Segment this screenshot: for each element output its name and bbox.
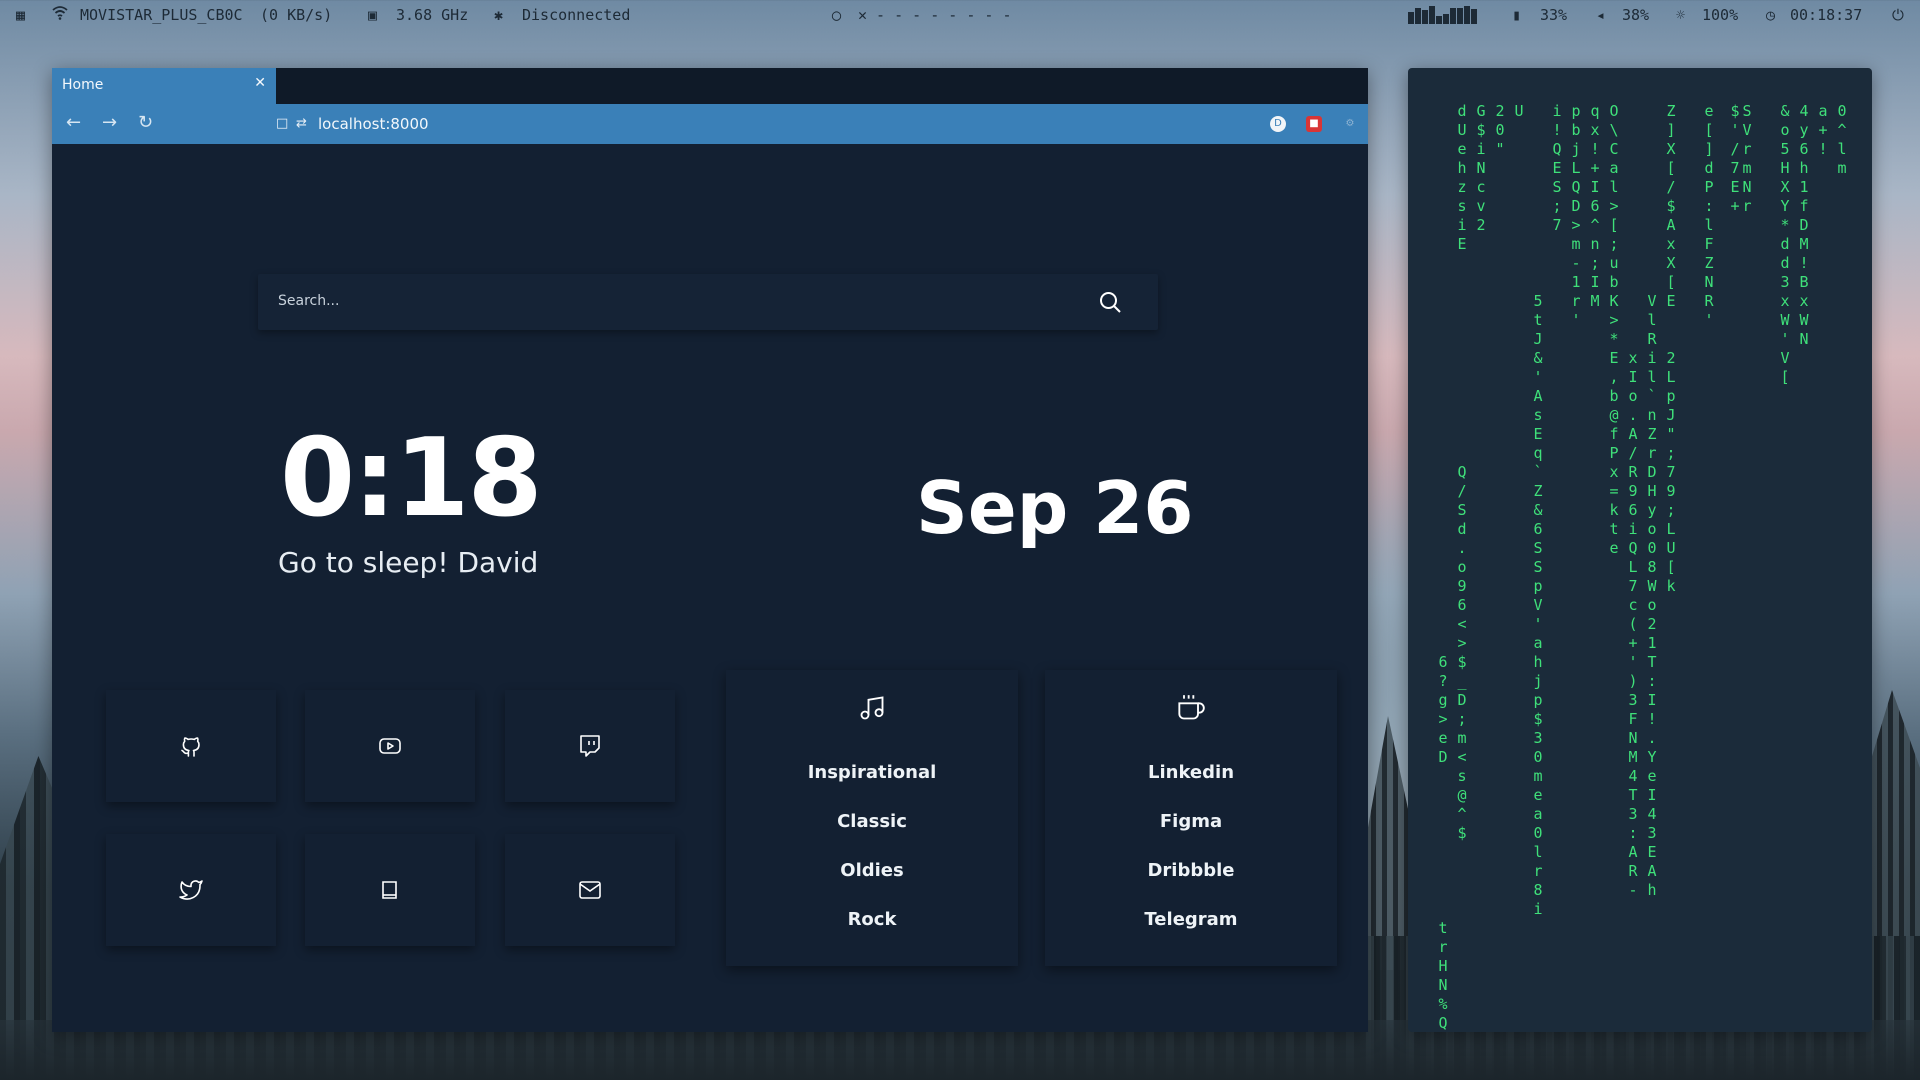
bluetooth-icon[interactable]: ✱ xyxy=(494,6,503,24)
date-display: Sep 26 xyxy=(916,466,1194,550)
link-dribbble[interactable]: Dribbble xyxy=(1045,860,1337,881)
search-input[interactable] xyxy=(276,292,1080,310)
url-text[interactable]: localhost:8000 xyxy=(318,115,429,133)
close-icon[interactable]: ✕ xyxy=(254,75,266,91)
network-speed: (0 KB/s) xyxy=(260,6,333,24)
matrix-column: & o 5 H X Y * d d 3 x W ' V [ xyxy=(1780,102,1790,386)
status-bar: ▦ MOVISTAR_PLUS_CB0C (0 KB/s) ▣ 3.68 GHz… xyxy=(0,0,1920,32)
matrix-column: 2 0 " xyxy=(1495,102,1505,158)
link-inspirational[interactable]: Inspirational xyxy=(726,762,1018,783)
twitch-icon xyxy=(580,735,600,757)
tile-mail[interactable] xyxy=(505,834,675,946)
matrix-column: a + ! xyxy=(1818,102,1828,158)
link-telegram[interactable]: Telegram xyxy=(1045,909,1337,930)
music-card: Inspirational Classic Oldies Rock xyxy=(726,670,1018,966)
twitter-icon xyxy=(179,880,203,900)
matrix-column: 5 t J & ' A s E q ` Z & 6 S S p V ' a h … xyxy=(1533,292,1543,918)
tile-github[interactable] xyxy=(106,690,276,802)
tab-title: Home xyxy=(62,77,104,93)
matrix-column: $ ' / 7 E + xyxy=(1730,102,1740,215)
wifi-icon[interactable] xyxy=(52,6,68,24)
link-linkedin[interactable]: Linkedin xyxy=(1045,762,1337,783)
cpu-frequency: 3.68 GHz xyxy=(396,6,469,24)
book-icon xyxy=(382,881,397,899)
matrix-column: d U e h z s i E xyxy=(1457,102,1467,253)
navigation-bar: ← → ↻ □ ⇄ localhost:8000 D ■ ⚙ xyxy=(52,104,1368,144)
matrix-column: G $ i N c v 2 xyxy=(1476,102,1486,234)
matrix-column: Z ] X [ / $ A x X [ E 2 L p J " ; 7 9 ; … xyxy=(1666,102,1676,595)
matrix-column: i ! Q E S ; 7 xyxy=(1552,102,1562,234)
matrix-column: U xyxy=(1514,102,1524,120)
clock-icon: ◷ xyxy=(1766,6,1776,24)
system-time: 00:18:37 xyxy=(1790,6,1863,24)
matrix-column: e [ ] d P : l F Z N R ' xyxy=(1704,102,1714,329)
volume-level[interactable]: 38% xyxy=(1622,6,1649,24)
battery-icon: ▮ xyxy=(1512,6,1522,24)
battery-level: 33% xyxy=(1540,6,1568,24)
matrix-column: 0 ^ l m xyxy=(1837,102,1847,177)
terminal-window[interactable]: 6 ? g > e D t r H N % Q a g $ G Q / S d … xyxy=(1408,68,1872,1032)
matrix-column: V l R i l ` n Z r D H y o 0 8 W o 2 1 T … xyxy=(1647,292,1657,899)
matrix-column: p b j L Q D > m - 1 r ' xyxy=(1571,102,1581,329)
media-icon[interactable]: ◯ xyxy=(832,6,841,24)
greeting-text: Go to sleep! David xyxy=(278,546,539,579)
matrix-column: S V r m N r xyxy=(1742,102,1752,215)
cpu-icon: ▣ xyxy=(368,6,378,24)
search-box[interactable] xyxy=(258,274,1158,330)
link-oldies[interactable]: Oldies xyxy=(726,860,1018,881)
github-icon xyxy=(181,737,200,757)
link-classic[interactable]: Classic xyxy=(726,811,1018,832)
workspace-grid-icon[interactable]: ▦ xyxy=(16,6,25,24)
matrix-column: O \ C a l > [ ; u b K > * E , b @ f P x … xyxy=(1609,102,1619,557)
youtube-icon xyxy=(379,738,401,754)
matrix-column: x I o . A / R 9 6 i Q L 7 c ( + ' ) 3 F … xyxy=(1628,349,1638,899)
bluetooth-status: Disconnected xyxy=(522,6,631,24)
tab-strip: Home ✕ xyxy=(52,68,1368,104)
tile-youtube[interactable] xyxy=(305,690,475,802)
clock-display: 0:18 xyxy=(280,416,543,541)
link-rock[interactable]: Rock xyxy=(726,909,1018,930)
link-figma[interactable]: Figma xyxy=(1045,811,1337,832)
tab-home[interactable]: Home ✕ xyxy=(52,68,276,104)
work-card: Linkedin Figma Dribbble Telegram xyxy=(1045,670,1337,966)
browser-window: Home ✕ ← → ↻ □ ⇄ localhost:8000 D ■ ⚙ 0:… xyxy=(52,68,1368,1032)
media-controls[interactable]: ✕ - - - - - - - - xyxy=(858,6,1012,24)
matrix-column: t r H N % Q a g $ G xyxy=(1438,919,1448,1032)
matrix-column: q x ! + I 6 ^ n ; I M xyxy=(1590,102,1600,310)
tile-twitter[interactable] xyxy=(106,834,276,946)
search-icon[interactable] xyxy=(1098,290,1122,314)
volume-icon[interactable]: ◂ xyxy=(1596,6,1605,24)
music-note-icon xyxy=(860,696,884,720)
start-page: 0:18 Go to sleep! David Sep 26 Inspirati… xyxy=(52,144,1368,1032)
page-icon: □ xyxy=(276,116,289,131)
reload-icon[interactable]: ↻ xyxy=(138,114,153,132)
power-icon[interactable]: ⏻ xyxy=(1892,6,1904,24)
site-settings-icon[interactable]: ⇄ xyxy=(296,116,307,131)
extension-shield-icon[interactable]: ■ xyxy=(1306,116,1322,132)
brightness-icon[interactable]: ☼ xyxy=(1676,6,1685,24)
back-icon[interactable]: ← xyxy=(66,114,81,132)
workspace-bars-icon[interactable] xyxy=(1408,6,1480,28)
extension-gear-icon[interactable]: ⚙ xyxy=(1342,116,1358,132)
coffee-icon xyxy=(1178,695,1205,720)
mail-icon xyxy=(579,881,601,899)
forward-icon[interactable]: → xyxy=(102,114,117,132)
address-bar[interactable]: □ ⇄ localhost:8000 xyxy=(274,110,1034,138)
tile-twitch[interactable] xyxy=(505,690,675,802)
extension-d-icon[interactable]: D xyxy=(1270,116,1286,132)
brightness-level[interactable]: 100% xyxy=(1702,6,1738,24)
matrix-column: 4 y 6 h 1 f D M ! B x W N xyxy=(1799,102,1809,348)
network-name: MOVISTAR_PLUS_CB0C xyxy=(80,6,243,24)
tile-book[interactable] xyxy=(305,834,475,946)
